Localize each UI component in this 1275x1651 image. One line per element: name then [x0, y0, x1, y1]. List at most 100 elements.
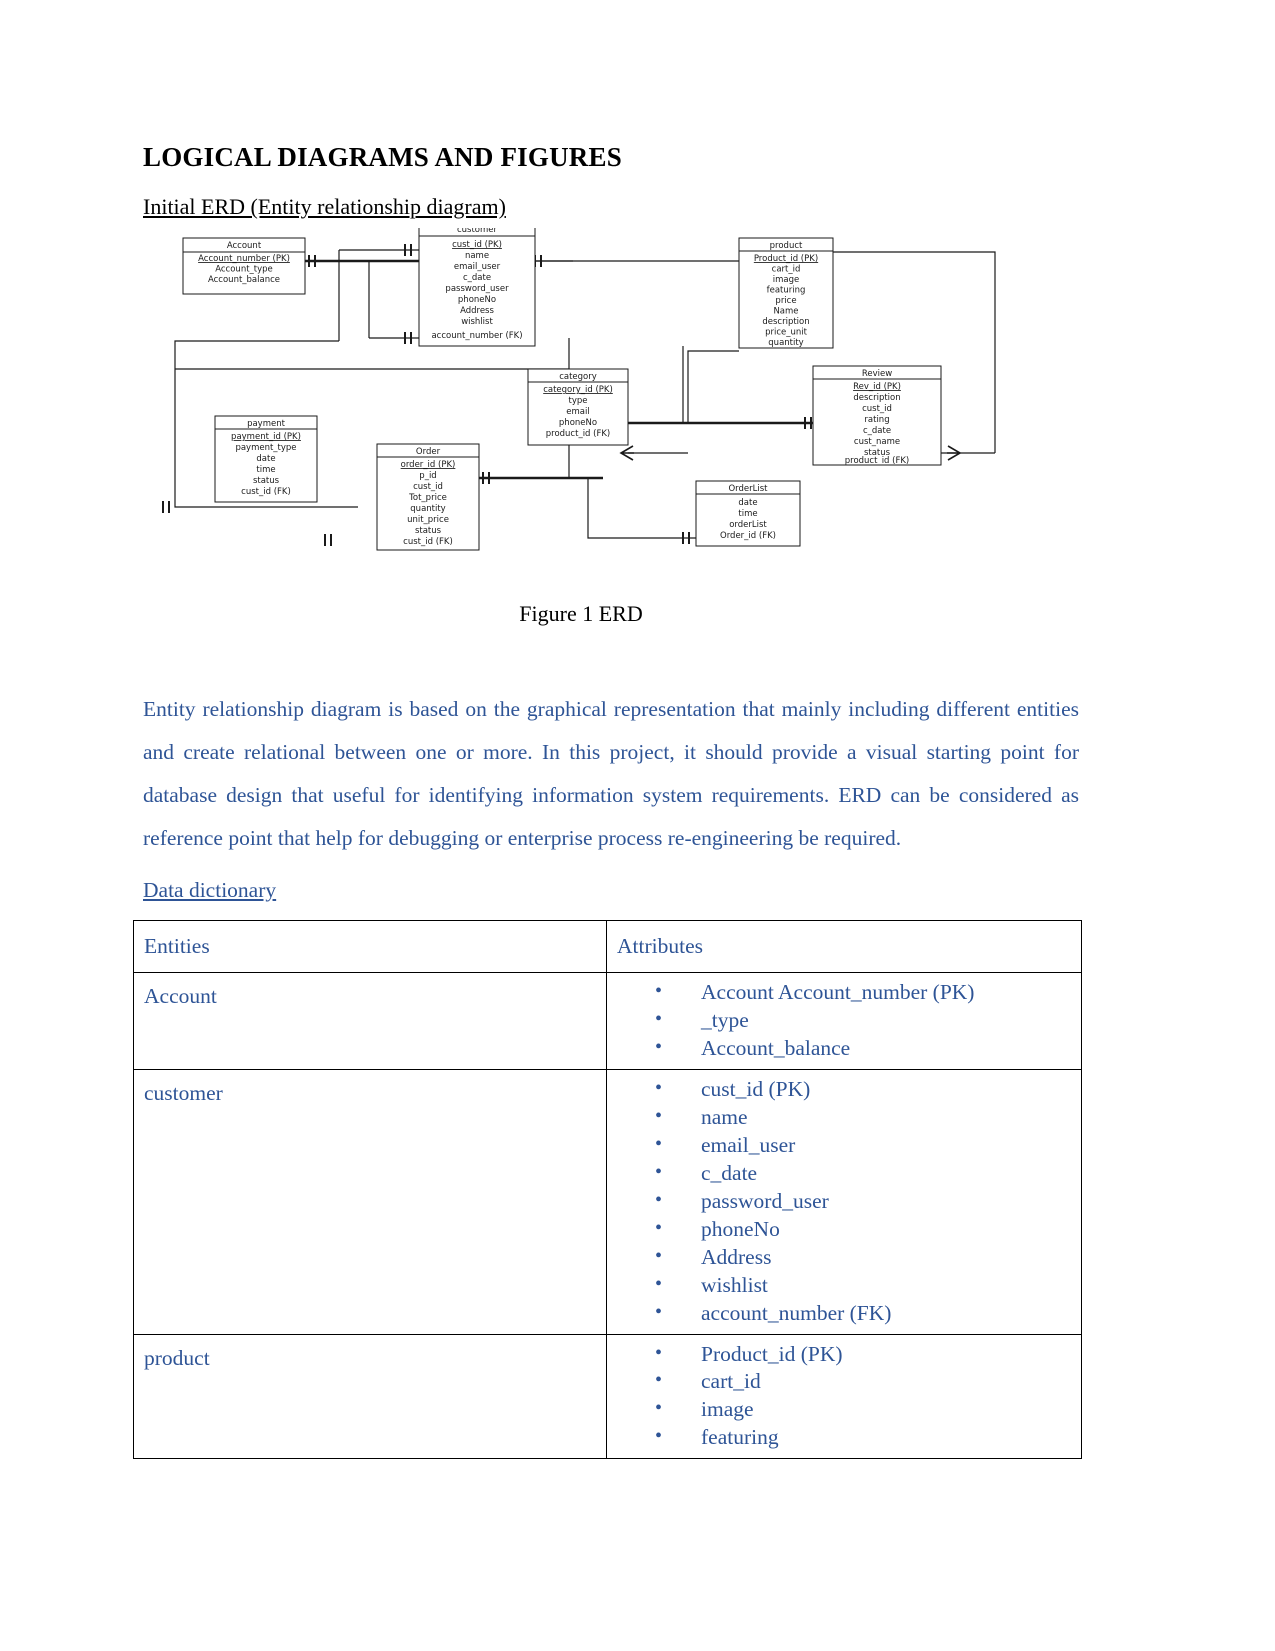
svg-text:customer: customer — [457, 228, 498, 235]
erd-figure: Account Account_number (PK) Account_type… — [143, 228, 1079, 573]
svg-text:category_id (PK): category_id (PK) — [543, 385, 613, 395]
attributes-cell: Product_id (PK)cart_idimagefeaturing — [606, 1333, 1082, 1460]
list-item: Product_id (PK) — [607, 1340, 1081, 1369]
entity-cell: customer — [133, 1069, 607, 1335]
svg-text:email: email — [566, 407, 589, 417]
list-item: Account_balance — [607, 1034, 1081, 1063]
entity-name: customer — [144, 1081, 223, 1106]
svg-text:cust_id: cust_id — [413, 482, 443, 492]
svg-text:Account_balance: Account_balance — [208, 275, 280, 285]
svg-text:time: time — [256, 465, 275, 475]
svg-text:product: product — [770, 241, 803, 251]
erd-entity-category: category category_id (PK) type email pho… — [527, 368, 629, 446]
svg-text:payment_id (PK): payment_id (PK) — [231, 432, 301, 442]
svg-text:date: date — [738, 498, 757, 508]
svg-text:Order: Order — [416, 447, 441, 457]
column-header-attributes: Attributes — [606, 920, 1082, 974]
entity-cell: product — [133, 1333, 607, 1460]
document-page: LOGICAL DIAGRAMS AND FIGURES Initial ERD… — [0, 0, 1275, 1651]
list-item: cart_id — [607, 1367, 1081, 1396]
svg-text:description: description — [762, 317, 809, 327]
entity-name: Account — [144, 984, 217, 1009]
svg-text:cust_id: cust_id — [862, 404, 892, 414]
svg-text:date: date — [256, 454, 275, 464]
erd-entity-orderlist: OrderList date time orderList Order_id (… — [695, 480, 801, 547]
svg-text:quantity: quantity — [768, 338, 803, 348]
list-item: featuring — [607, 1423, 1081, 1452]
column-header-entities: Entities — [133, 920, 607, 974]
svg-text:price: price — [775, 296, 796, 306]
list-item: c_date — [607, 1159, 1081, 1188]
svg-text:featuring: featuring — [767, 286, 806, 296]
erd-entity-account: Account Account_number (PK) Account_type… — [182, 237, 306, 295]
svg-text:Product_id (PK): Product_id (PK) — [754, 254, 818, 264]
list-item: password_user — [607, 1187, 1081, 1216]
attributes-cell: cust_id (PK)nameemail_userc_datepassword… — [606, 1069, 1082, 1335]
list-item: phoneNo — [607, 1215, 1081, 1244]
erd-entity-payment: payment payment_id (PK) payment_type dat… — [214, 415, 318, 503]
svg-text:payment_type: payment_type — [235, 443, 296, 453]
svg-text:description: description — [853, 393, 900, 403]
svg-text:email_user: email_user — [454, 262, 501, 272]
list-item: account_number (FK) — [607, 1299, 1081, 1328]
list-item: wishlist — [607, 1271, 1081, 1300]
svg-text:Rev_id (PK): Rev_id (PK) — [853, 382, 901, 392]
svg-text:name: name — [465, 251, 489, 261]
svg-text:rating: rating — [864, 415, 889, 425]
svg-text:Tot_price: Tot_price — [408, 493, 447, 503]
svg-text:time: time — [738, 509, 757, 519]
svg-text:image: image — [773, 275, 799, 285]
list-item: Address — [607, 1243, 1081, 1272]
svg-text:Review: Review — [862, 369, 892, 379]
svg-text:password_user: password_user — [445, 284, 509, 294]
svg-text:p_id: p_id — [419, 471, 436, 481]
svg-text:cart_id: cart_id — [772, 265, 801, 275]
svg-text:product_id (FK): product_id (FK) — [845, 456, 910, 466]
page-title: LOGICAL DIAGRAMS AND FIGURES — [143, 142, 622, 172]
data-dictionary-table: Entities Attributes Account Account Accou… — [133, 920, 1082, 1460]
section-heading-initial-erd: Initial ERD (Entity relationship diagram… — [143, 194, 506, 220]
entity-name: product — [144, 1345, 210, 1370]
svg-text:cust_name: cust_name — [854, 437, 900, 447]
svg-text:account_number (FK): account_number (FK) — [431, 331, 522, 341]
svg-text:order_id (PK): order_id (PK) — [401, 460, 456, 470]
table-header-row: Entities Attributes — [133, 920, 1082, 974]
list-item: _type — [607, 1006, 1081, 1035]
svg-text:Account: Account — [227, 241, 262, 251]
svg-text:cust_id (FK): cust_id (FK) — [241, 487, 291, 497]
page-content: LOGICAL DIAGRAMS AND FIGURES Initial ERD… — [133, 0, 1082, 1460]
body-paragraph: Entity relationship diagram is based on … — [143, 696, 1079, 850]
svg-text:phoneNo: phoneNo — [559, 418, 597, 428]
erd-entity-review: Review Rev_id (PK) description cust_id r… — [812, 365, 942, 466]
table-row: product Product_id (PK)cart_idimagefeatur… — [133, 1333, 1082, 1460]
svg-text:price_unit: price_unit — [765, 328, 808, 338]
svg-text:quantity: quantity — [410, 504, 445, 514]
list-item: image — [607, 1395, 1081, 1424]
svg-text:wishlist: wishlist — [461, 317, 493, 327]
svg-text:unit_price: unit_price — [407, 515, 449, 525]
attribute-list: cust_id (PK)nameemail_userc_datepassword… — [607, 1070, 1081, 1333]
list-item: Account Account_number (PK) — [607, 978, 1081, 1007]
table-row: Account Account Account_number (PK)_typeA… — [133, 972, 1082, 1071]
svg-text:status: status — [253, 476, 280, 486]
svg-text:cust_id (FK): cust_id (FK) — [403, 537, 453, 547]
svg-text:category: category — [559, 372, 597, 382]
section-heading-data-dictionary: Data dictionary — [143, 877, 277, 902]
svg-text:status: status — [415, 526, 442, 536]
svg-text:Account_type: Account_type — [215, 265, 273, 275]
figure-caption: Figure 1 ERD — [519, 601, 643, 627]
svg-text:Account_number (PK): Account_number (PK) — [198, 254, 290, 264]
list-item: cust_id (PK) — [607, 1075, 1081, 1104]
list-item: email_user — [607, 1131, 1081, 1160]
svg-text:Name: Name — [773, 307, 798, 317]
entity-cell: Account — [133, 972, 607, 1071]
list-item: name — [607, 1103, 1081, 1132]
attribute-list: Account Account_number (PK)_typeAccount_… — [607, 973, 1081, 1069]
erd-entity-customer: customer cust_id (PK) name email_user c_… — [418, 228, 536, 347]
svg-text:payment: payment — [247, 419, 286, 429]
svg-text:Address: Address — [460, 306, 494, 316]
table-row: customer cust_id (PK)nameemail_userc_date… — [133, 1069, 1082, 1335]
data-dictionary-body: AccountAccount Account_number (PK)_typeA… — [133, 972, 1082, 1460]
erd-entity-order: Order order_id (PK) p_id cust_id Tot_pri… — [376, 443, 480, 551]
svg-text:c_date: c_date — [863, 426, 891, 436]
